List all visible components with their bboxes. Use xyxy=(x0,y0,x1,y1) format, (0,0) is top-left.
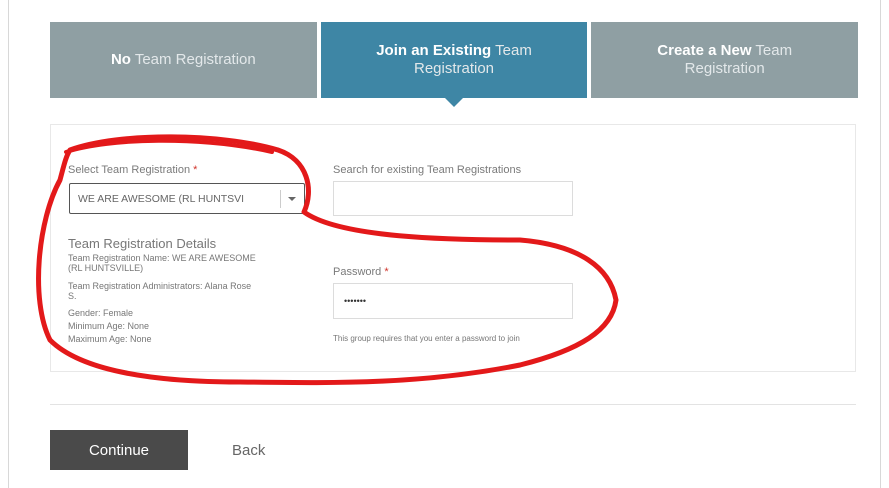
team-registration-select[interactable]: WE ARE AWESOME (RL HUNTSVI xyxy=(69,183,305,214)
chevron-down-icon[interactable] xyxy=(288,196,296,201)
select-value: WE ARE AWESOME (RL HUNTSVI xyxy=(78,192,245,205)
tab-bold-text: Join an Existing xyxy=(376,42,492,59)
search-team-registrations-input[interactable] xyxy=(333,181,573,216)
registration-type-tabs: No Team Registration Join an Existing Te… xyxy=(50,22,859,107)
select-separator xyxy=(280,189,281,208)
required-mark: * xyxy=(384,266,389,278)
label-text: Password xyxy=(333,266,382,278)
label-text: Select Team Registration xyxy=(68,164,191,176)
divider xyxy=(50,404,856,405)
password-input[interactable]: ••••••• xyxy=(333,283,573,319)
required-mark: * xyxy=(193,164,198,176)
detail-team-name-line1: Team Registration Name: WE ARE AWESOME xyxy=(68,253,256,263)
password-label: Password * xyxy=(333,266,389,278)
detail-admin-line1: Team Registration Administrators: Alana … xyxy=(68,281,252,291)
tab-create-new-team-registration[interactable]: Create a New Team Registration xyxy=(591,22,859,98)
detail-max-age: Maximum Age: None xyxy=(68,334,152,344)
back-link[interactable]: Back xyxy=(232,430,265,470)
tab-no-team-registration[interactable]: No Team Registration xyxy=(50,22,317,98)
details-title: Team Registration Details xyxy=(68,236,217,251)
tab-bold-text: No xyxy=(110,51,131,68)
select-team-registration-label: Select Team Registration * xyxy=(68,164,197,176)
tab-join-existing-team-registration[interactable]: Join an Existing Team Registration xyxy=(320,22,588,107)
detail-admin-line2: S. xyxy=(68,291,77,301)
search-team-registrations-label: Search for existing Team Registrations xyxy=(333,164,522,176)
detail-gender: Gender: Female xyxy=(68,308,134,318)
detail-team-name-line2: (RL HUNTSVILLE) xyxy=(68,263,144,273)
tab-rest-text: Team Registration xyxy=(130,51,256,68)
password-hint: This group requires that you enter a pas… xyxy=(333,334,520,343)
detail-min-age: Minimum Age: None xyxy=(68,321,150,331)
continue-button[interactable]: Continue xyxy=(50,430,188,470)
tab-bold-text: Create a New xyxy=(657,42,752,59)
